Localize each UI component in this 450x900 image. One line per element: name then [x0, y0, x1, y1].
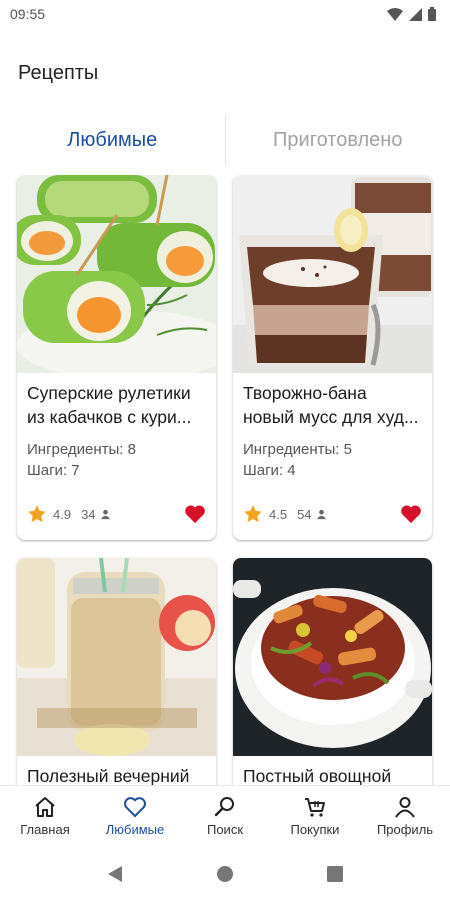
ingredients-count: Ингредиенты: 8	[27, 441, 136, 458]
recipe-footer: 4.5 54	[243, 501, 422, 527]
recipe-title: Творожно-бана новый мусс для худ...	[243, 383, 419, 427]
tab-favorites[interactable]: Любимые	[0, 116, 225, 164]
star-icon	[244, 505, 262, 522]
search-icon	[214, 797, 234, 817]
nav-label: Главная	[20, 822, 70, 837]
rating-value: 4.9	[53, 506, 72, 522]
wifi-icon	[387, 7, 403, 21]
home-button[interactable]	[216, 865, 234, 883]
reviews-count: 34	[81, 506, 96, 522]
nav-label: Профиль	[376, 822, 434, 837]
star-icon	[28, 505, 46, 522]
person-icon	[100, 509, 111, 520]
home-circle-icon	[216, 865, 233, 882]
recipe-card[interactable]: Творожно-бана новый мусс для худ... Ингр…	[233, 175, 432, 540]
recipe-meta: Ингредиенты: 8 Шаги: 7	[17, 429, 216, 481]
recipe-title: Полезный вечерний	[27, 766, 190, 785]
recipe-meta: Ингредиенты: 5 Шаги: 4	[233, 429, 432, 481]
status-bar: 09:55	[0, 0, 450, 28]
recents-button[interactable]	[327, 865, 344, 882]
recents-square-icon	[327, 865, 344, 882]
nav-label: Любимые	[105, 822, 165, 837]
reviews-count: 54	[297, 506, 312, 522]
recipe-title: Постный овощной	[243, 766, 392, 785]
steps-count: Шаги: 7	[27, 462, 80, 479]
cart-icon	[305, 798, 325, 817]
recipe-image	[17, 175, 216, 373]
home-icon	[35, 797, 55, 817]
rating-value: 4.5	[269, 506, 288, 522]
recipe-title: Суперские рулетики из кабачков с кури...	[27, 383, 192, 427]
recipe-card[interactable]: Суперские рулетики из кабачков с кури...…	[17, 175, 216, 540]
back-button[interactable]	[107, 865, 123, 883]
nav-search[interactable]: Поиск	[180, 786, 270, 847]
nav-label: Покупки	[290, 822, 340, 837]
battery-icon	[428, 7, 436, 21]
recipe-card[interactable]: Полезный вечерний	[17, 558, 216, 785]
nav-home[interactable]: Главная	[0, 786, 90, 847]
recipe-image	[17, 558, 216, 756]
person-icon	[316, 509, 327, 520]
tabs: Любимые Приготовлено	[0, 116, 450, 164]
status-icons	[387, 7, 436, 21]
recipe-grid: Суперские рулетики из кабачков с кури...…	[0, 175, 450, 785]
steps-count: Шаги: 4	[243, 462, 296, 479]
profile-icon	[395, 797, 415, 818]
tab-cooked[interactable]: Приготовлено	[226, 116, 450, 164]
page-title: Рецепты	[18, 62, 99, 84]
recipe-card[interactable]: Постный овощной	[233, 558, 432, 785]
nav-profile[interactable]: Профиль	[360, 786, 450, 847]
favorite-heart-icon[interactable]	[184, 504, 206, 524]
ingredients-count: Ингредиенты: 5	[243, 441, 352, 458]
favorite-heart-icon[interactable]	[400, 504, 422, 524]
recipe-footer: 4.9 34	[27, 501, 206, 527]
back-triangle-icon	[107, 865, 122, 882]
nav-shopping[interactable]: Покупки	[270, 786, 360, 847]
system-navigation	[0, 847, 450, 900]
status-time: 09:55	[10, 6, 46, 22]
bottom-navigation: Главная Любимые Поиск Покупки Профиль	[0, 785, 450, 847]
nav-favorites[interactable]: Любимые	[90, 786, 180, 847]
signal-icon	[409, 7, 422, 21]
heart-outline-icon	[124, 797, 146, 817]
recipe-image	[233, 558, 432, 756]
recipe-image	[233, 175, 432, 373]
nav-label: Поиск	[206, 822, 244, 837]
